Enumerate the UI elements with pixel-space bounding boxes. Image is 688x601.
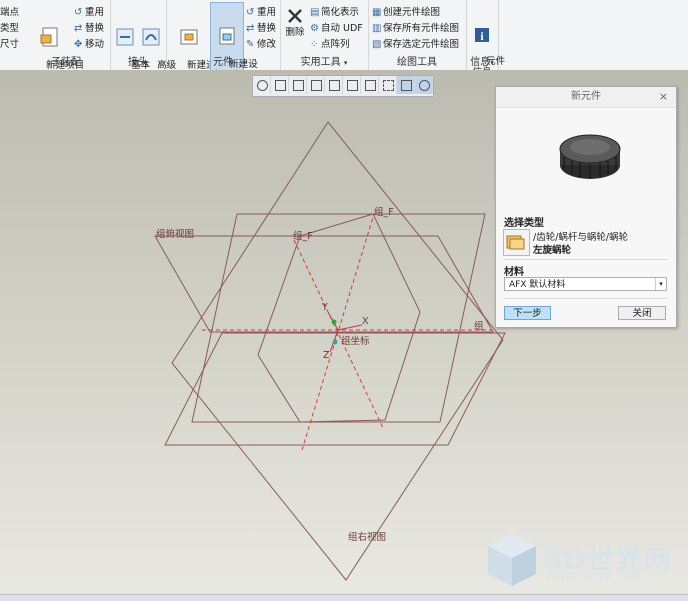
type-path: /齿轮/蜗杆与蜗轮/蜗轮 bbox=[533, 232, 629, 243]
dialog-separator bbox=[504, 298, 668, 299]
label-front-a[interactable]: 组_F bbox=[374, 204, 394, 218]
watermark: 3D世界网 WWW.3DSJW.COM bbox=[486, 530, 686, 590]
watermark-url: WWW.3DSJW.COM bbox=[546, 572, 641, 582]
chevron-down-icon: ▾ bbox=[655, 278, 666, 290]
datum-plane-right bbox=[171, 121, 504, 581]
datum-plane-top-lower bbox=[164, 332, 506, 446]
label-front-b[interactable]: 组_F bbox=[293, 228, 313, 242]
datum-plane-front bbox=[191, 213, 486, 423]
worm-wheel-preview bbox=[559, 134, 621, 179]
label-right-view[interactable]: 组右视图 bbox=[348, 529, 386, 543]
label-x-axis: X bbox=[362, 316, 369, 327]
material-select[interactable]: AFX 默认材料 ▾ bbox=[504, 277, 667, 291]
select-type-label: 选择类型 bbox=[504, 218, 544, 229]
new-component-dialog: 新元件 × 选择类型 /齿轮/蜗杆与蜗轮/蜗轮 左旋蜗轮 材料 AFX 默认材料… bbox=[495, 86, 677, 328]
cube-logo-icon bbox=[488, 534, 536, 586]
next-button[interactable]: 下一步 bbox=[504, 306, 551, 320]
axis-diagonal-b bbox=[293, 239, 385, 431]
dialog-separator bbox=[504, 259, 668, 260]
browse-type-button[interactable] bbox=[503, 229, 530, 256]
material-value: AFX 默认材料 bbox=[509, 280, 566, 290]
label-csys[interactable]: 组坐标 bbox=[341, 333, 370, 347]
label-y-axis: Y bbox=[322, 302, 328, 313]
dialog-title-bar[interactable]: 新元件 × bbox=[496, 87, 676, 108]
label-side[interactable]: 组 bbox=[474, 318, 484, 332]
label-top-view[interactable]: 组俯视图 bbox=[156, 226, 194, 240]
close-icon[interactable]: × bbox=[659, 87, 668, 107]
material-label: 材料 bbox=[504, 267, 524, 278]
datum-plane-side bbox=[257, 213, 421, 423]
type-name: 左旋蜗轮 bbox=[533, 245, 572, 256]
folder-icon bbox=[506, 235, 525, 250]
close-button[interactable]: 关闭 bbox=[618, 306, 666, 320]
label-z-axis: Z bbox=[323, 350, 330, 361]
csys-origin-cyan bbox=[332, 339, 338, 345]
csys-origin-green bbox=[331, 319, 337, 325]
datum-plane-top bbox=[154, 235, 494, 333]
dialog-title: 新元件 bbox=[571, 91, 601, 102]
